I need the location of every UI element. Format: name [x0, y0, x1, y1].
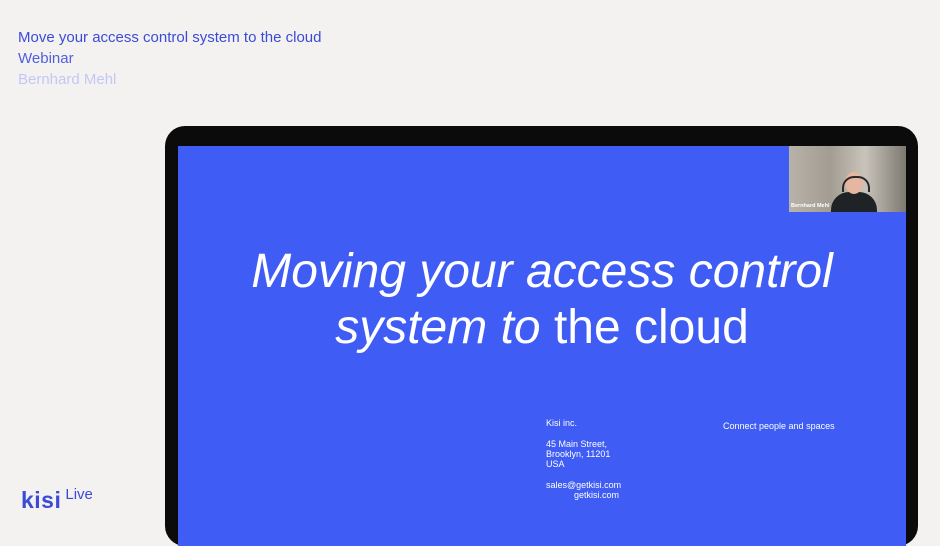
company-name: Kisi inc. [546, 418, 578, 428]
headphones-icon [842, 176, 870, 192]
webinar-header: Move your access control system to the c… [18, 27, 321, 90]
slide-title-line1: Moving your access control [251, 245, 833, 298]
presenter-webcam: Bernhard Mehl [789, 146, 906, 212]
company-info: Kisi inc. 45 Main Street, Brooklyn, 1120… [546, 418, 621, 500]
slide-title: Moving your access control system to the… [178, 244, 906, 356]
live-label: Live [65, 486, 93, 503]
video-player-frame: Moving your access control system to the… [165, 126, 918, 546]
company-address-line2: Brooklyn, 11201 [546, 449, 611, 459]
webcam-name-tag: Bernhard Mehl [791, 203, 830, 209]
presenter-body [831, 192, 877, 212]
video-screen[interactable]: Moving your access control system to the… [178, 146, 906, 546]
webinar-title: Move your access control system to the c… [18, 29, 322, 46]
company-email: sales@getkisi.com [546, 480, 622, 490]
webinar-type: Webinar [18, 50, 74, 67]
presenter-name: Bernhard Mehl [18, 71, 117, 88]
kisi-live-logo: kisi Live [21, 487, 93, 513]
slide-tagline: Connect people and spaces [723, 421, 835, 431]
company-country: USA [546, 459, 565, 469]
kisi-logo: kisi [21, 487, 62, 513]
slide-title-line2-italic: system to [335, 301, 541, 354]
company-website: getkisi.com [574, 490, 620, 500]
company-address-line1: 45 Main Street, [546, 439, 608, 449]
slide-title-line2: the cloud [540, 301, 749, 354]
